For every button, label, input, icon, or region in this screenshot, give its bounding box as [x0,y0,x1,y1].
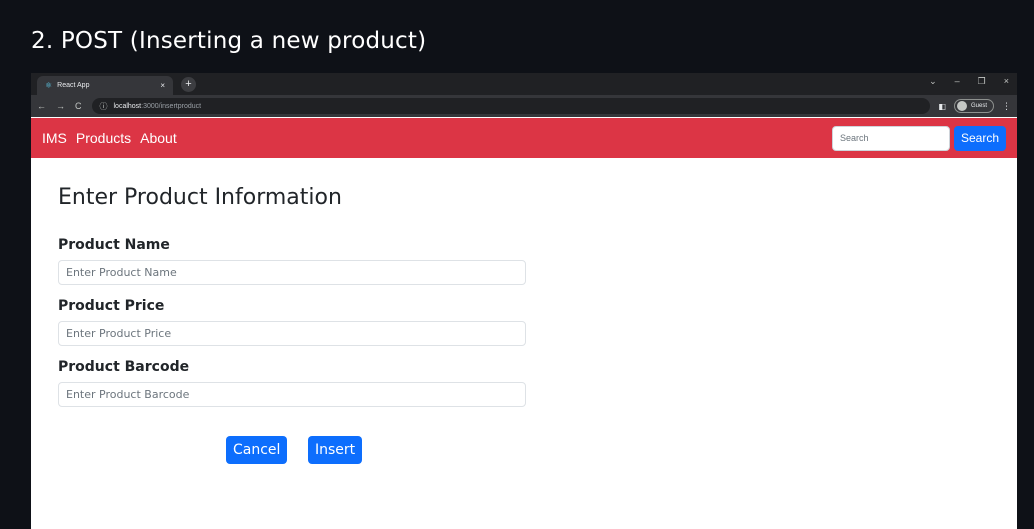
product-price-label: Product Price [58,298,165,314]
product-barcode-label: Product Barcode [58,359,190,375]
tab-strip: ⚛ React App × + ⌄ – ❐ × [31,73,1017,95]
search-button[interactable]: Search [953,125,1006,151]
page-title: Enter Product Information [58,185,342,210]
cancel-button[interactable]: Cancel [226,436,288,464]
url-host: localhost [113,102,142,110]
product-form: Enter Product Information Product Name P… [58,185,528,420]
new-tab-button[interactable]: + [181,77,196,92]
profile-button[interactable]: Guest [953,99,994,113]
product-price-input[interactable] [58,321,526,346]
react-icon: ⚛ [45,80,53,90]
search-input[interactable] [831,125,950,151]
forward-icon[interactable]: → [56,101,65,111]
side-panel-icon[interactable]: ◧ [938,102,946,111]
profile-label: Guest [970,103,987,109]
nav-brand[interactable]: IMS [42,130,67,146]
back-icon[interactable]: ← [37,101,46,111]
tab-close-icon[interactable]: × [160,81,165,90]
site-info-icon[interactable]: ⓘ [100,101,108,112]
reload-icon[interactable]: C [75,101,82,111]
app-navbar: IMS Products About Search [31,118,1017,158]
tab-search-icon[interactable]: ⌄ [929,76,937,87]
window-controls: ⌄ – ❐ × [929,76,1009,87]
product-barcode-input[interactable] [58,382,526,407]
window-close-icon[interactable]: × [1004,76,1009,87]
browser-window: ⚛ React App × + ⌄ – ❐ × ← → C ⓘ localhos… [31,73,1017,529]
nav-link-about[interactable]: About [140,130,177,146]
product-name-label: Product Name [58,237,170,253]
minimize-icon[interactable]: – [955,76,960,87]
avatar [956,101,967,111]
product-name-input[interactable] [58,260,526,285]
url-path: :3000/insertproduct [141,102,202,110]
url-text: localhost:3000/insertproduct [114,103,202,110]
restore-icon[interactable]: ❐ [978,76,986,87]
nav-link-products[interactable]: Products [76,130,131,146]
kebab-menu-icon[interactable]: ⋮ [1002,101,1011,112]
browser-toolbar: ← → C ⓘ localhost:3000/insertproduct ◧ G… [31,95,1017,117]
slide-title: 2. POST (Inserting a new product) [31,28,427,54]
tab-react-app[interactable]: ⚛ React App × [37,76,173,95]
insert-button[interactable]: Insert [308,436,363,464]
tab-title: React App [57,82,90,89]
address-bar[interactable]: ⓘ localhost:3000/insertproduct [91,98,931,114]
